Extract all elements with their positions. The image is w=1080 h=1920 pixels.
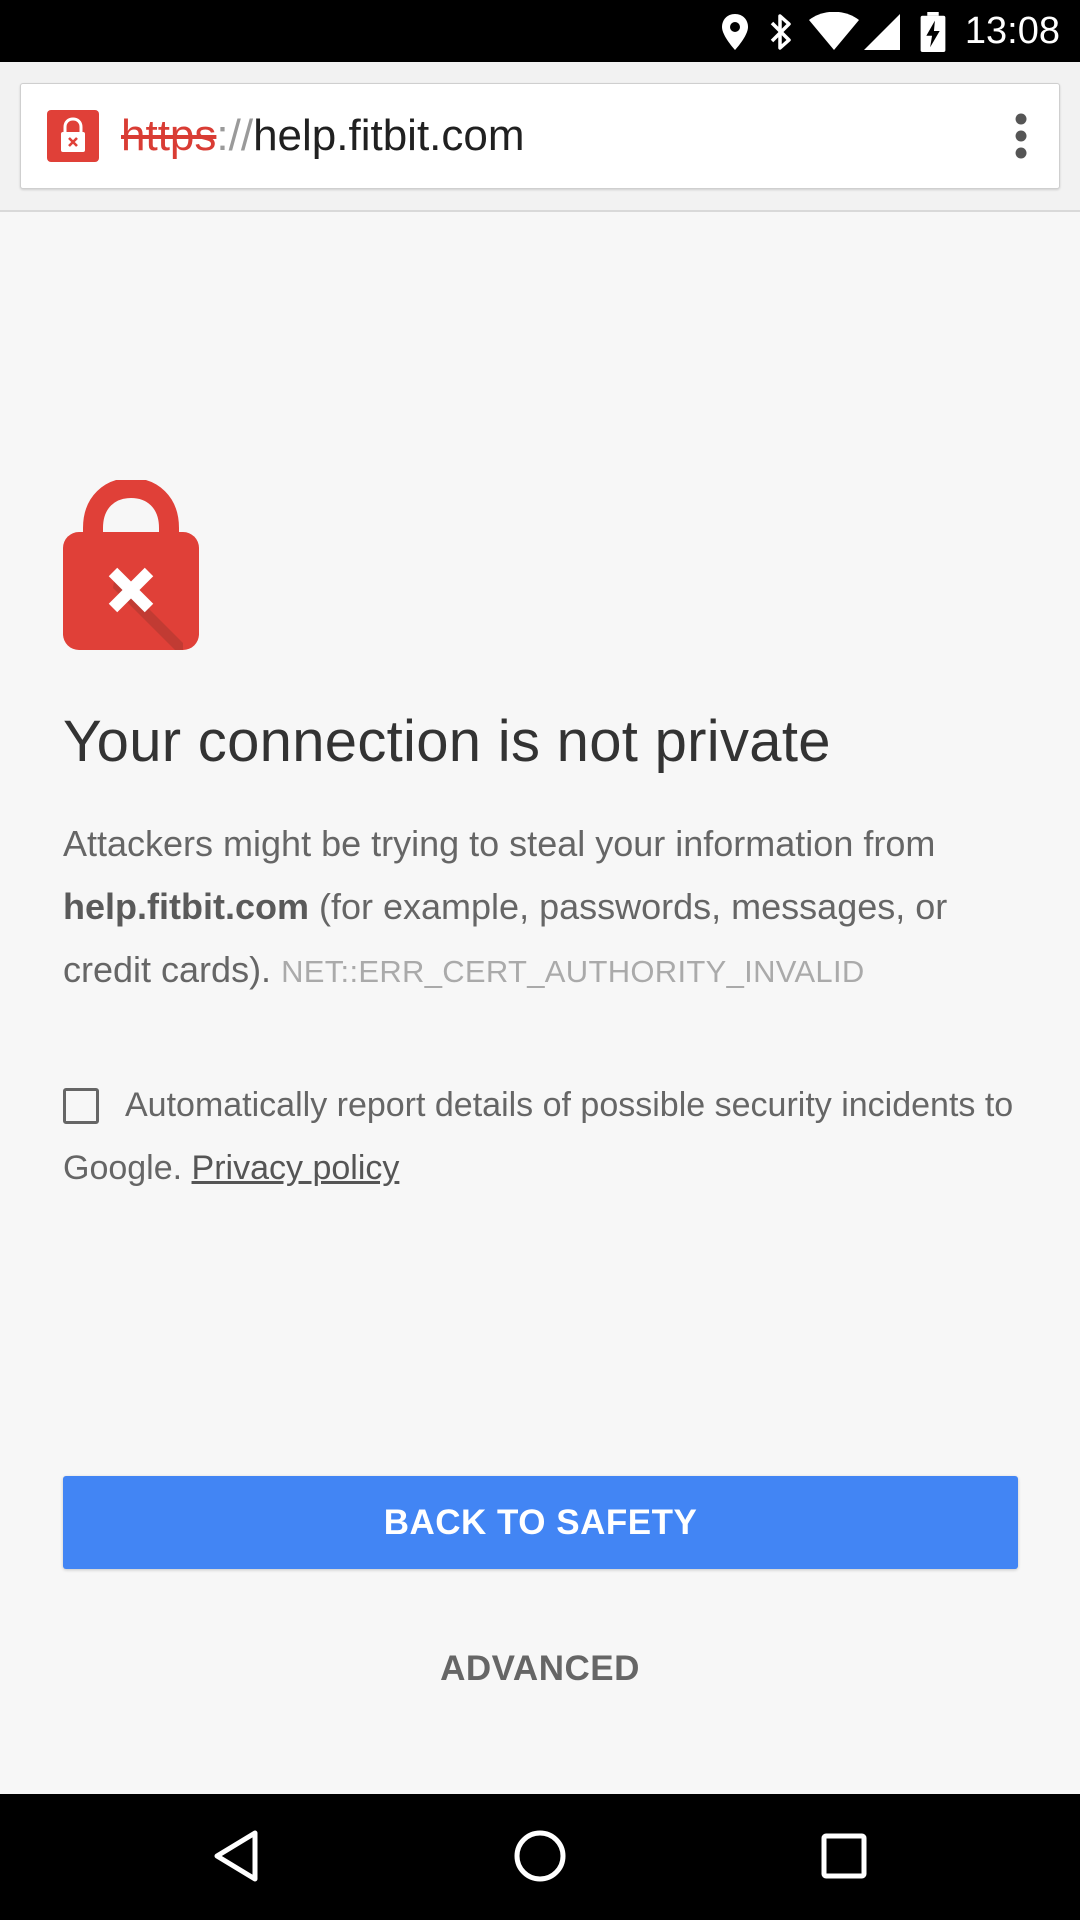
page-heading: Your connection is not private (63, 709, 831, 774)
recents-square-icon (821, 1833, 867, 1879)
overflow-menu-icon (1015, 113, 1027, 159)
home-button[interactable] (500, 1816, 580, 1896)
home-circle-icon (514, 1830, 566, 1882)
advanced-button[interactable]: ADVANCED (390, 1635, 690, 1703)
url-separator: :// (216, 111, 254, 160)
back-button[interactable] (196, 1816, 276, 1896)
warning-prefix: Attackers might be trying to steal your … (63, 823, 936, 864)
status-time: 13:08 (964, 10, 1060, 52)
report-checkbox[interactable] (63, 1088, 99, 1124)
report-option: Automatically report details of possible… (63, 1074, 1018, 1200)
warning-host: help.fitbit.com (63, 886, 309, 927)
warning-message: Attackers might be trying to steal your … (63, 812, 1018, 1003)
lock-error-icon (63, 480, 199, 650)
wifi-icon (809, 12, 859, 50)
cell-signal-icon (864, 14, 900, 50)
bluetooth-icon (770, 14, 791, 50)
back-to-safety-button[interactable]: BACK TO SAFETY (63, 1476, 1018, 1569)
back-triangle-icon (214, 1830, 258, 1882)
status-bar: 13:08 (0, 0, 1080, 62)
url-host: help.fitbit.com (253, 111, 525, 160)
overflow-menu-button[interactable] (995, 98, 1047, 174)
broken-lock-icon[interactable] (47, 110, 99, 162)
url-text[interactable]: https://help.fitbit.com (121, 104, 525, 168)
recents-button[interactable] (804, 1816, 884, 1896)
url-bar[interactable]: https://help.fitbit.com (20, 83, 1060, 189)
navigation-bar (0, 1794, 1080, 1920)
error-code[interactable]: NET::ERR_CERT_AUTHORITY_INVALID (281, 954, 865, 989)
url-scheme: https (121, 111, 217, 160)
privacy-policy-link[interactable]: Privacy policy (192, 1149, 400, 1187)
screen: 13:08 https://help.fitbit.com Your conne… (0, 0, 1080, 1920)
battery-charging-icon (920, 12, 946, 52)
browser-toolbar: https://help.fitbit.com (0, 62, 1080, 212)
location-icon (722, 14, 748, 50)
